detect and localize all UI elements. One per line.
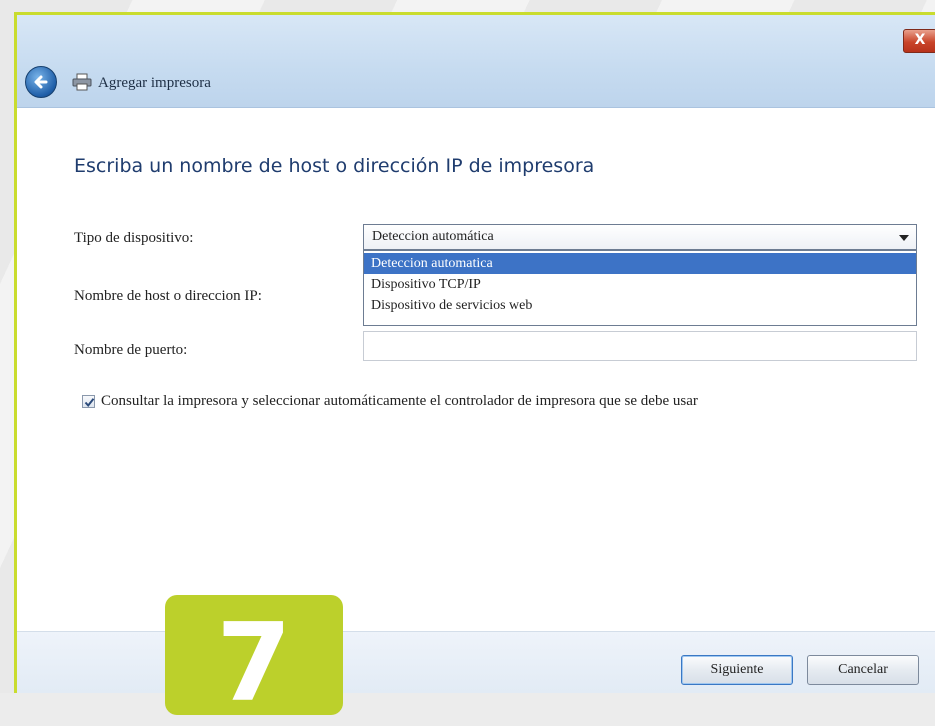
title-bar: X Agregar impresora — [17, 15, 935, 108]
next-button[interactable]: Siguiente — [681, 655, 793, 685]
printer-icon — [72, 73, 92, 91]
step-badge: 7 — [165, 595, 343, 719]
add-printer-dialog: X Agregar impresora Escriba un nombre de… — [14, 12, 935, 693]
host-label: Nombre de host o direccion IP: — [74, 288, 262, 304]
page-heading: Escriba un nombre de host o dirección IP… — [74, 155, 595, 177]
checkmark-icon — [84, 398, 95, 408]
port-name-input[interactable] — [363, 331, 917, 361]
device-type-dropdown: Deteccion automatica Dispositivo TCP/IP … — [363, 250, 917, 326]
port-label: Nombre de puerto: — [74, 342, 188, 358]
auto-driver-checkbox[interactable] — [82, 395, 95, 408]
device-type-label: Tipo de dispositivo: — [74, 230, 194, 246]
close-button[interactable]: X — [903, 29, 935, 53]
window-title: Agregar impresora — [98, 75, 211, 91]
dropdown-option-web-services[interactable]: Dispositivo de servicios web — [364, 295, 916, 316]
dialog-footer — [17, 631, 935, 693]
chevron-down-icon[interactable] — [899, 235, 909, 241]
back-arrow-icon — [34, 75, 48, 89]
cancel-button[interactable]: Cancelar — [807, 655, 919, 685]
auto-driver-label: Consultar la impresora y seleccionar aut… — [101, 393, 698, 409]
back-button[interactable] — [25, 66, 57, 98]
step-number: 7 — [216, 601, 292, 726]
close-icon: X — [914, 32, 926, 48]
device-type-select[interactable]: Deteccion automática — [363, 224, 917, 250]
dropdown-option-auto[interactable]: Deteccion automatica — [364, 253, 916, 274]
dropdown-option-tcpip[interactable]: Dispositivo TCP/IP — [364, 274, 916, 295]
device-type-value: Deteccion automática — [372, 229, 494, 244]
